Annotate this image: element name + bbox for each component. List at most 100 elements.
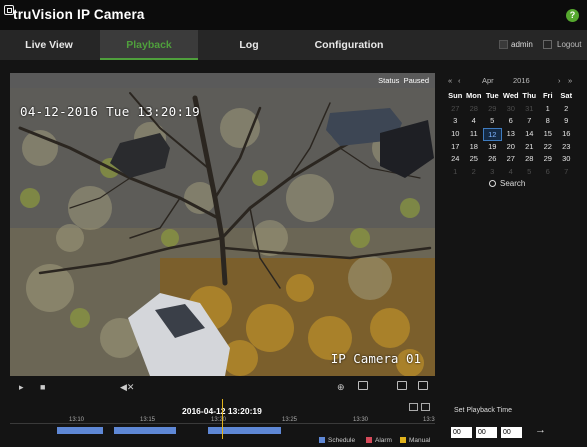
status-value: Paused — [403, 76, 429, 85]
calendar-day[interactable]: 30 — [502, 103, 521, 116]
calendar-day[interactable]: 5 — [520, 166, 539, 179]
prev-month-button[interactable]: ‹ — [458, 76, 461, 85]
legend-manual-label: Manual — [409, 437, 431, 444]
osd-timestamp: 04-12-2016 Tue 13:20:19 — [20, 104, 200, 119]
calendar-day[interactable]: 15 — [539, 128, 558, 141]
calendar-day[interactable]: 7 — [520, 115, 539, 128]
legend-schedule-label: Schedule — [328, 437, 356, 444]
calendar-day[interactable]: 19 — [483, 141, 502, 154]
camera-scene-image — [10, 88, 435, 376]
zoom-out-icon[interactable] — [409, 403, 418, 411]
calendar-day[interactable]: 27 — [502, 153, 521, 166]
calendar-day[interactable]: 5 — [483, 115, 502, 128]
video-player[interactable]: Status Paused 04-12-2016 Tue 13:20:19 IP… — [10, 73, 435, 376]
calendar-day[interactable]: 1 — [539, 103, 558, 116]
calendar-day[interactable]: 7 — [557, 166, 576, 179]
calendar-day[interactable]: 2 — [465, 166, 484, 179]
calendar-day[interactable]: 22 — [539, 141, 558, 154]
calendar-day[interactable]: 30 — [557, 153, 576, 166]
playback-timeline[interactable]: 2016-04-12 13:20:19 13:10 13:15 13:20 13… — [10, 397, 435, 447]
weekday-label: Tue — [485, 91, 499, 100]
calendar-day[interactable]: 28 — [520, 153, 539, 166]
calendar-day[interactable]: 29 — [539, 153, 558, 166]
tab-configuration[interactable]: Configuration — [300, 30, 398, 60]
legend-alarm-label: Alarm — [375, 437, 392, 444]
calendar-day[interactable]: 2 — [557, 103, 576, 116]
calendar-day[interactable]: 3 — [483, 166, 502, 179]
timeline-cursor[interactable] — [222, 399, 223, 439]
calendar-day[interactable]: 6 — [502, 115, 521, 128]
snapshot-icon[interactable] — [358, 381, 368, 390]
tab-playback[interactable]: Playback — [100, 30, 198, 60]
playback-status: Status Paused — [378, 76, 429, 85]
calendar-day[interactable]: 27 — [446, 103, 465, 116]
calendar-day[interactable]: 1 — [446, 166, 465, 179]
tab-live-view[interactable]: Live View — [0, 30, 98, 60]
calendar-day[interactable]: 16 — [557, 128, 576, 141]
weekday-label: Wed — [502, 91, 519, 100]
tab-log[interactable]: Log — [200, 30, 298, 60]
calendar-day[interactable]: 4 — [502, 166, 521, 179]
help-icon[interactable]: ? — [566, 9, 579, 22]
clip-icon[interactable] — [397, 381, 407, 390]
playback-minute-input[interactable]: 00 — [476, 427, 497, 438]
playback-hour-input[interactable]: 00 — [451, 427, 472, 438]
calendar-day[interactable]: 11 — [465, 128, 484, 141]
calendar-day[interactable]: 29 — [483, 103, 502, 116]
calendar-day[interactable]: 13 — [502, 128, 521, 141]
user-icon — [499, 40, 508, 49]
calendar-day[interactable]: 23 — [557, 141, 576, 154]
calendar-day[interactable]: 31 — [520, 103, 539, 116]
play-button[interactable]: ▸ — [19, 382, 24, 393]
zoom-in-icon[interactable] — [421, 403, 430, 411]
calendar-day[interactable]: 21 — [520, 141, 539, 154]
osd-camera-name: IP Camera 01 — [330, 351, 421, 366]
calendar-day[interactable]: 6 — [539, 166, 558, 179]
legend-schedule: Schedule — [319, 436, 355, 444]
calendar-day[interactable]: 3 — [446, 115, 465, 128]
calendar-grid: Sun Mon Tue Wed Thu Fri Sat 27 28 29 30 … — [446, 90, 582, 179]
calendar-day[interactable]: 9 — [557, 115, 576, 128]
legend-manual-swatch — [400, 436, 406, 443]
schedule-recording-segment[interactable] — [57, 427, 103, 434]
next-year-button[interactable]: » — [568, 76, 572, 85]
calendar-day-selected[interactable]: 12 — [483, 128, 502, 141]
status-label: Status — [378, 76, 400, 85]
calendar-day[interactable]: 25 — [465, 153, 484, 166]
weekday-label: Mon — [466, 91, 482, 100]
calendar-day[interactable]: 10 — [446, 128, 465, 141]
calendar-week: 17 18 19 20 21 22 23 — [446, 141, 582, 154]
calendar-day[interactable]: 18 — [465, 141, 484, 154]
calendar-week: 3 4 5 6 7 8 9 — [446, 115, 582, 128]
playback-controls: ▸ ■ ◀✕ ⊕ — [10, 376, 435, 396]
download-icon[interactable] — [418, 381, 428, 390]
video-frame[interactable]: 04-12-2016 Tue 13:20:19 IP Camera 01 — [10, 88, 435, 376]
weekday-label: Sun — [448, 91, 463, 100]
calendar-day[interactable]: 4 — [465, 115, 484, 128]
calendar-day[interactable]: 20 — [502, 141, 521, 154]
playback-second-input[interactable]: 00 — [501, 427, 522, 438]
schedule-recording-segment[interactable] — [208, 427, 281, 434]
legend-manual: Manual — [400, 436, 430, 444]
logout-icon[interactable] — [543, 40, 552, 49]
stop-button[interactable]: ■ — [40, 382, 45, 392]
zoom-icon[interactable]: ⊕ — [337, 382, 345, 393]
weekday-label: Sat — [560, 91, 573, 100]
calendar-day[interactable]: 28 — [465, 103, 484, 116]
prev-year-button[interactable]: « — [448, 76, 452, 85]
weekday-row: Sun Mon Tue Wed Thu Fri Sat — [446, 90, 582, 103]
next-month-button[interactable]: › — [558, 76, 561, 85]
calendar-week: 27 28 29 30 31 1 2 — [446, 103, 582, 116]
search-button[interactable]: Search — [489, 179, 525, 188]
calendar-day[interactable]: 14 — [520, 128, 539, 141]
calendar-header: « ‹ Apr 2016 › » — [446, 76, 582, 88]
mute-icon[interactable]: ◀✕ — [120, 382, 134, 393]
calendar-day[interactable]: 8 — [539, 115, 558, 128]
calendar-day[interactable]: 24 — [446, 153, 465, 166]
go-arrow-button[interactable]: → — [535, 424, 546, 436]
search-label: Search — [500, 179, 526, 188]
schedule-recording-segment[interactable] — [114, 427, 176, 434]
calendar-day[interactable]: 17 — [446, 141, 465, 154]
calendar-day[interactable]: 26 — [483, 153, 502, 166]
logout-link[interactable]: Logout — [557, 40, 581, 49]
